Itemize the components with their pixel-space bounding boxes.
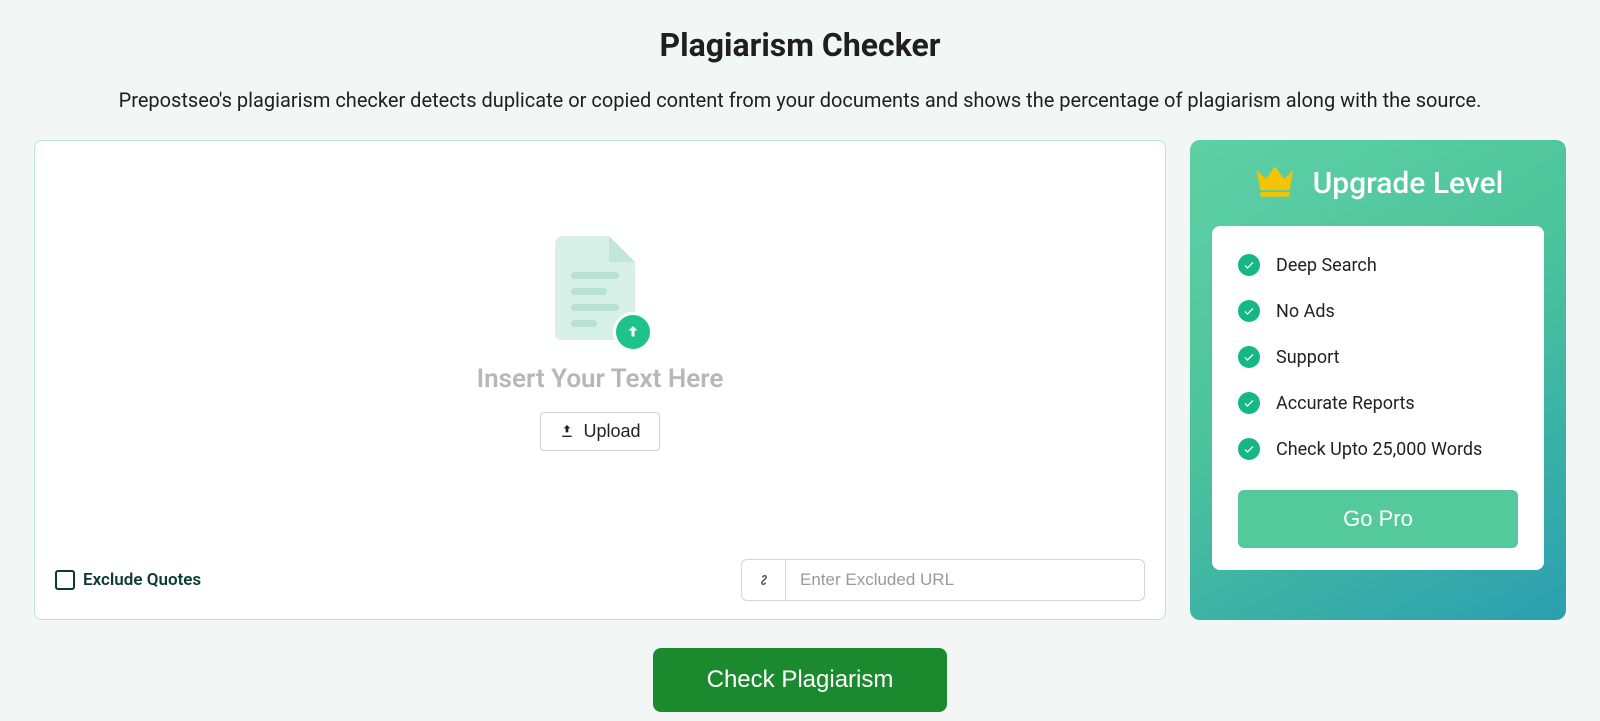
check-icon xyxy=(1238,346,1260,368)
page-subtitle: Prepostseo's plagiarism checker detects … xyxy=(34,88,1566,112)
upgrade-panel: Upgrade Level Deep Search No Ads Support xyxy=(1190,140,1566,620)
feature-item: Accurate Reports xyxy=(1238,392,1518,414)
excluded-url-input[interactable] xyxy=(785,559,1145,601)
feature-item: No Ads xyxy=(1238,300,1518,322)
feature-item: Check Upto 25,000 Words xyxy=(1238,438,1518,460)
exclude-quotes-checkbox[interactable] xyxy=(55,570,75,590)
editor-panel: Insert Your Text Here Upload Exclude Quo… xyxy=(34,140,1166,620)
upload-button[interactable]: Upload xyxy=(540,412,659,451)
upload-arrow-icon xyxy=(613,312,653,352)
go-pro-button[interactable]: Go Pro xyxy=(1238,490,1518,548)
exclude-quotes-label[interactable]: Exclude Quotes xyxy=(83,570,201,590)
link-icon xyxy=(741,559,785,601)
features-card: Deep Search No Ads Support Accurate Repo… xyxy=(1212,226,1544,570)
check-icon xyxy=(1238,438,1260,460)
feature-item: Support xyxy=(1238,346,1518,368)
check-icon xyxy=(1238,300,1260,322)
check-plagiarism-button[interactable]: Check Plagiarism xyxy=(653,648,948,712)
document-upload-icon xyxy=(555,236,645,346)
feature-label: No Ads xyxy=(1276,301,1335,322)
text-drop-area[interactable]: Insert Your Text Here Upload xyxy=(35,141,1165,545)
feature-item: Deep Search xyxy=(1238,254,1518,276)
feature-label: Check Upto 25,000 Words xyxy=(1276,439,1482,460)
crown-icon xyxy=(1253,162,1297,204)
check-icon xyxy=(1238,254,1260,276)
upload-button-label: Upload xyxy=(583,421,640,442)
feature-label: Accurate Reports xyxy=(1276,393,1415,414)
feature-label: Support xyxy=(1276,347,1340,368)
editor-placeholder: Insert Your Text Here xyxy=(477,364,724,394)
feature-label: Deep Search xyxy=(1276,255,1377,276)
page-title: Plagiarism Checker xyxy=(34,26,1566,64)
upgrade-title: Upgrade Level xyxy=(1313,166,1504,201)
upload-icon xyxy=(559,423,575,439)
check-icon xyxy=(1238,392,1260,414)
